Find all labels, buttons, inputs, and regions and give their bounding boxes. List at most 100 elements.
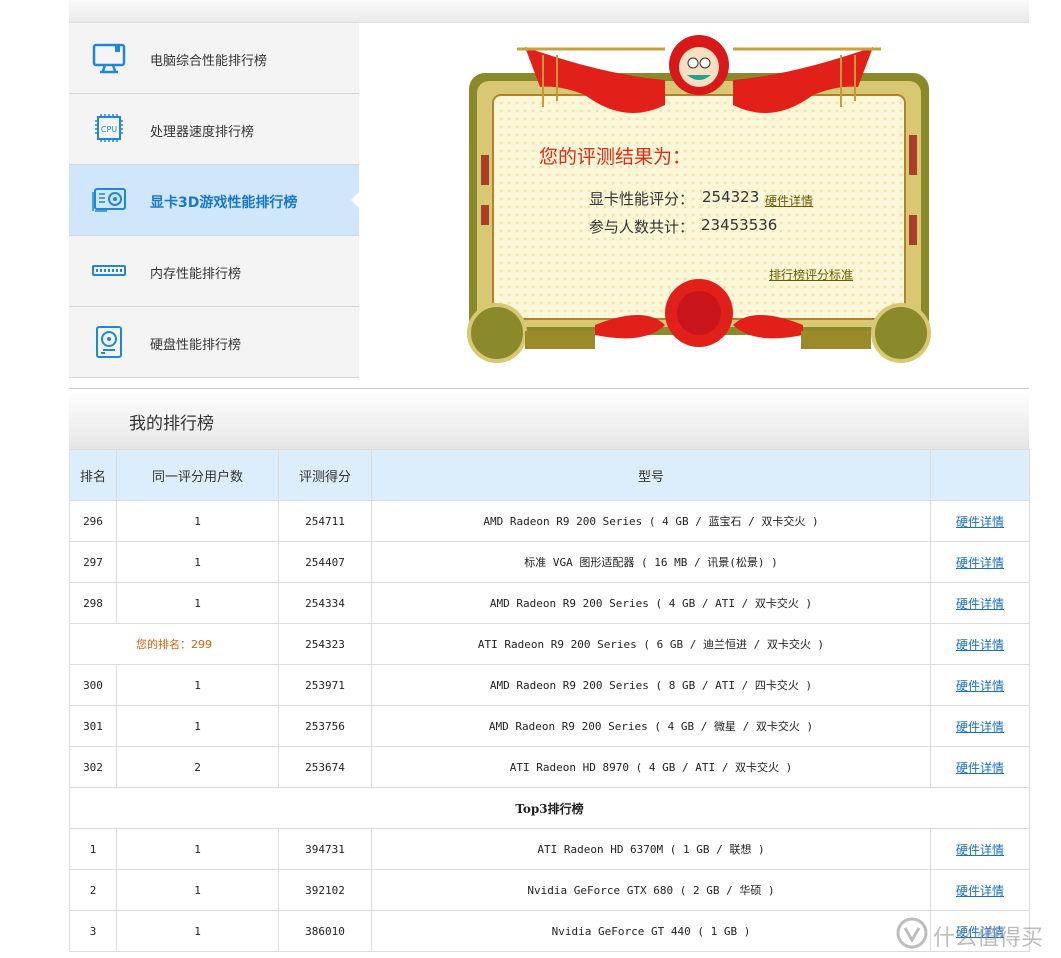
hardware-detail-link[interactable]: 硬件详情 bbox=[956, 884, 1004, 898]
monitor-icon bbox=[92, 43, 126, 74]
sidebar-item-label: 硬盘性能排行榜 bbox=[150, 338, 242, 353]
users-cell: 1 bbox=[116, 869, 279, 911]
detail-cell: 硬件详情 bbox=[930, 828, 1030, 870]
sidebar-item-memory[interactable]: 内存性能排行榜 bbox=[69, 236, 359, 307]
my-rank-cell: 您的排名：299 bbox=[69, 623, 279, 665]
watermark-logo-icon bbox=[896, 917, 928, 949]
hardware-detail-link[interactable]: 硬件详情 bbox=[956, 556, 1004, 570]
my-ranking-title: 我的排行榜 bbox=[129, 414, 214, 434]
detail-cell: 硬件详情 bbox=[930, 582, 1030, 624]
model-cell: AMD Radeon R9 200 Series ( 8 GB / ATI / … bbox=[371, 664, 931, 706]
score-cell: 394731 bbox=[278, 828, 372, 870]
detail-cell: 硬件详情 bbox=[930, 541, 1030, 583]
participant-count-label: 参与人数共计： bbox=[589, 218, 695, 236]
active-indicator bbox=[351, 192, 359, 208]
my-ranking-header: 我的排行榜 bbox=[69, 389, 1029, 449]
certificate-frame bbox=[467, 35, 931, 363]
section-row: Top3排行榜 bbox=[69, 787, 1030, 829]
my-rank-row: 您的排名：299 254323 ATI Radeon R9 200 Series… bbox=[69, 623, 1030, 665]
model-cell: AMD Radeon R9 200 Series ( 4 GB / 微星 / 双… bbox=[371, 705, 931, 747]
ranking-standard-link[interactable]: 排行榜评分标准 bbox=[769, 266, 853, 283]
result-heading: 您的评测结果为： bbox=[539, 146, 692, 168]
sidebar-item-pc-overall[interactable]: 电脑综合性能排行榜 bbox=[69, 23, 359, 94]
table-row: 300 1 253971 AMD Radeon R9 200 Series ( … bbox=[69, 664, 1030, 706]
score-cell: 253756 bbox=[278, 705, 372, 747]
model-cell: AMD Radeon R9 200 Series ( 4 GB / ATI / … bbox=[371, 582, 931, 624]
score-cell: 392102 bbox=[278, 869, 372, 911]
score-cell: 253674 bbox=[278, 746, 372, 788]
detail-cell: 硬件详情 bbox=[930, 664, 1030, 706]
site-watermark: 什么值得买 bbox=[893, 914, 1058, 952]
score-cell: 254334 bbox=[278, 582, 372, 624]
users-cell: 1 bbox=[116, 664, 279, 706]
score-cell: 254711 bbox=[278, 500, 372, 542]
rank-cell: 300 bbox=[69, 664, 117, 706]
model-cell: Nvidia GeForce GTX 680 ( 2 GB / 华硕 ) bbox=[371, 869, 931, 911]
sidebar-item-label: 内存性能排行榜 bbox=[150, 267, 242, 282]
score-value: 254323 bbox=[702, 188, 760, 206]
users-cell: 1 bbox=[116, 705, 279, 747]
detail-cell: 硬件详情 bbox=[930, 705, 1030, 747]
graphics-card-icon bbox=[92, 188, 126, 212]
ranking-table: 排名 同一评分用户数 评测得分 型号 296 1 254711 AMD Rade… bbox=[69, 449, 1030, 952]
rank-cell: 3 bbox=[69, 910, 117, 952]
sidebar-item-cpu[interactable]: CPU 处理器速度排行榜 bbox=[69, 94, 359, 165]
score-cell: 254407 bbox=[278, 541, 372, 583]
model-cell: 标准 VGA 图形适配器 ( 16 MB / 讯景(松景) ) bbox=[371, 541, 931, 583]
rank-cell: 301 bbox=[69, 705, 117, 747]
col-rank: 排名 bbox=[69, 449, 117, 501]
sidebar-item-label: 处理器速度排行榜 bbox=[150, 125, 255, 140]
rank-cell: 302 bbox=[69, 746, 117, 788]
rank-cell: 1 bbox=[69, 828, 117, 870]
sidebar-item-label: 电脑综合性能排行榜 bbox=[150, 54, 268, 69]
top-breadcrumb-bar bbox=[69, 0, 1029, 23]
hardware-detail-link[interactable]: 硬件详情 bbox=[956, 843, 1004, 857]
ranking-sidebar: 电脑综合性能排行榜 CPU 处理器速度排行榜 显卡3D游戏性能排行榜 内存性能排… bbox=[69, 23, 359, 378]
hard-disk-icon bbox=[96, 326, 122, 358]
hardware-detail-link[interactable]: 硬件详情 bbox=[765, 192, 813, 209]
col-users: 同一评分用户数 bbox=[116, 449, 279, 501]
users-cell: 1 bbox=[116, 582, 279, 624]
table-row: 296 1 254711 AMD Radeon R9 200 Series ( … bbox=[69, 500, 1030, 542]
users-cell: 2 bbox=[116, 746, 279, 788]
table-header-row: 排名 同一评分用户数 评测得分 型号 bbox=[69, 449, 1030, 501]
hardware-detail-link[interactable]: 硬件详情 bbox=[956, 515, 1004, 529]
rank-cell: 298 bbox=[69, 582, 117, 624]
col-score: 评测得分 bbox=[278, 449, 372, 501]
top3-title: Top3排行榜 bbox=[69, 787, 1030, 829]
hardware-detail-link[interactable]: 硬件详情 bbox=[956, 761, 1004, 775]
cpu-icon: CPU bbox=[95, 114, 123, 142]
score-cell: 254323 bbox=[278, 623, 372, 665]
table-row: 298 1 254334 AMD Radeon R9 200 Series ( … bbox=[69, 582, 1030, 624]
hardware-detail-link[interactable]: 硬件详情 bbox=[956, 597, 1004, 611]
model-cell: ATI Radeon HD 6370M ( 1 GB / 联想 ) bbox=[371, 828, 931, 870]
col-model: 型号 bbox=[371, 449, 931, 501]
model-cell: ATI Radeon HD 8970 ( 4 GB / ATI / 双卡交火 ) bbox=[371, 746, 931, 788]
sidebar-item-gpu-3d[interactable]: 显卡3D游戏性能排行榜 bbox=[69, 165, 359, 236]
users-cell: 1 bbox=[116, 828, 279, 870]
watermark-text: 什么值得买 bbox=[933, 926, 1044, 951]
users-cell: 1 bbox=[116, 541, 279, 583]
memory-icon bbox=[92, 265, 126, 276]
detail-cell: 硬件详情 bbox=[930, 500, 1030, 542]
detail-cell: 硬件详情 bbox=[930, 869, 1030, 911]
svg-text:CPU: CPU bbox=[101, 125, 117, 134]
table-row: 1 1 394731 ATI Radeon HD 6370M ( 1 GB / … bbox=[69, 828, 1030, 870]
score-cell: 253971 bbox=[278, 664, 372, 706]
col-detail bbox=[930, 449, 1030, 501]
sidebar-item-label: 显卡3D游戏性能排行榜 bbox=[150, 195, 298, 211]
model-cell: Nvidia GeForce GT 440 ( 1 GB ) bbox=[371, 910, 931, 952]
table-row: 297 1 254407 标准 VGA 图形适配器 ( 16 MB / 讯景(松… bbox=[69, 541, 1030, 583]
hardware-detail-link[interactable]: 硬件详情 bbox=[956, 638, 1004, 652]
score-cell: 386010 bbox=[278, 910, 372, 952]
result-certificate: 您的评测结果为： 显卡性能评分： 254323 硬件详情 参与人数共计： 234… bbox=[465, 35, 933, 365]
table-row: 3 1 386010 Nvidia GeForce GT 440 ( 1 GB … bbox=[69, 910, 1030, 952]
hardware-detail-link[interactable]: 硬件详情 bbox=[956, 679, 1004, 693]
users-cell: 1 bbox=[116, 910, 279, 952]
rank-cell: 297 bbox=[69, 541, 117, 583]
hardware-detail-link[interactable]: 硬件详情 bbox=[956, 720, 1004, 734]
rank-cell: 296 bbox=[69, 500, 117, 542]
sidebar-item-disk[interactable]: 硬盘性能排行榜 bbox=[69, 307, 359, 378]
table-row: 301 1 253756 AMD Radeon R9 200 Series ( … bbox=[69, 705, 1030, 747]
rank-cell: 2 bbox=[69, 869, 117, 911]
